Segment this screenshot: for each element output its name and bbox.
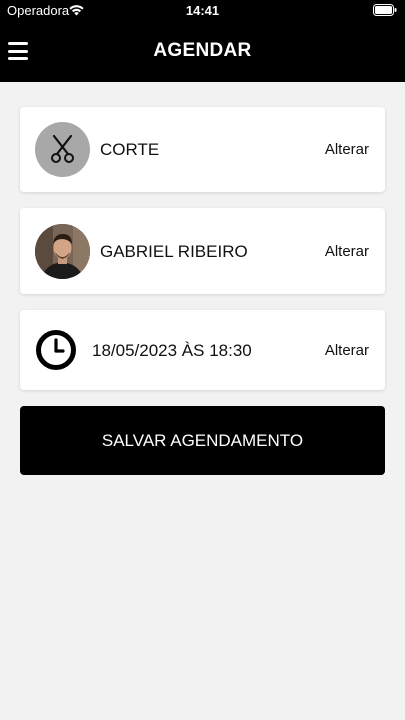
app-header: Operadora 14:41 AGENDAR	[0, 0, 405, 82]
datetime-label: 18/05/2023 ÀS 18:30	[92, 341, 252, 360]
datetime-card[interactable]: 18/05/2023 ÀS 18:30 Alterar	[20, 310, 385, 390]
change-datetime-button[interactable]: Alterar	[325, 342, 369, 359]
service-icon-circle	[35, 122, 90, 177]
change-service-button[interactable]: Alterar	[325, 141, 369, 158]
service-label: CORTE	[100, 140, 160, 159]
scissors-icon	[51, 134, 74, 163]
service-card[interactable]: CORTE Alterar	[20, 107, 385, 192]
barber-card[interactable]: GABRIEL RIBEIRO Alterar	[20, 208, 385, 294]
page-title: AGENDAR	[153, 40, 252, 61]
save-appointment-button[interactable]: SALVAR AGENDAMENTO	[20, 406, 385, 475]
barber-name: GABRIEL RIBEIRO	[100, 242, 248, 261]
battery-icon	[373, 4, 397, 16]
barber-photo	[35, 224, 90, 279]
clock-icon	[36, 330, 76, 370]
status-bar: Operadora 14:41	[0, 0, 405, 22]
change-barber-button[interactable]: Alterar	[325, 243, 369, 260]
barber-avatar	[35, 224, 90, 279]
status-time: 14:41	[185, 3, 220, 18]
